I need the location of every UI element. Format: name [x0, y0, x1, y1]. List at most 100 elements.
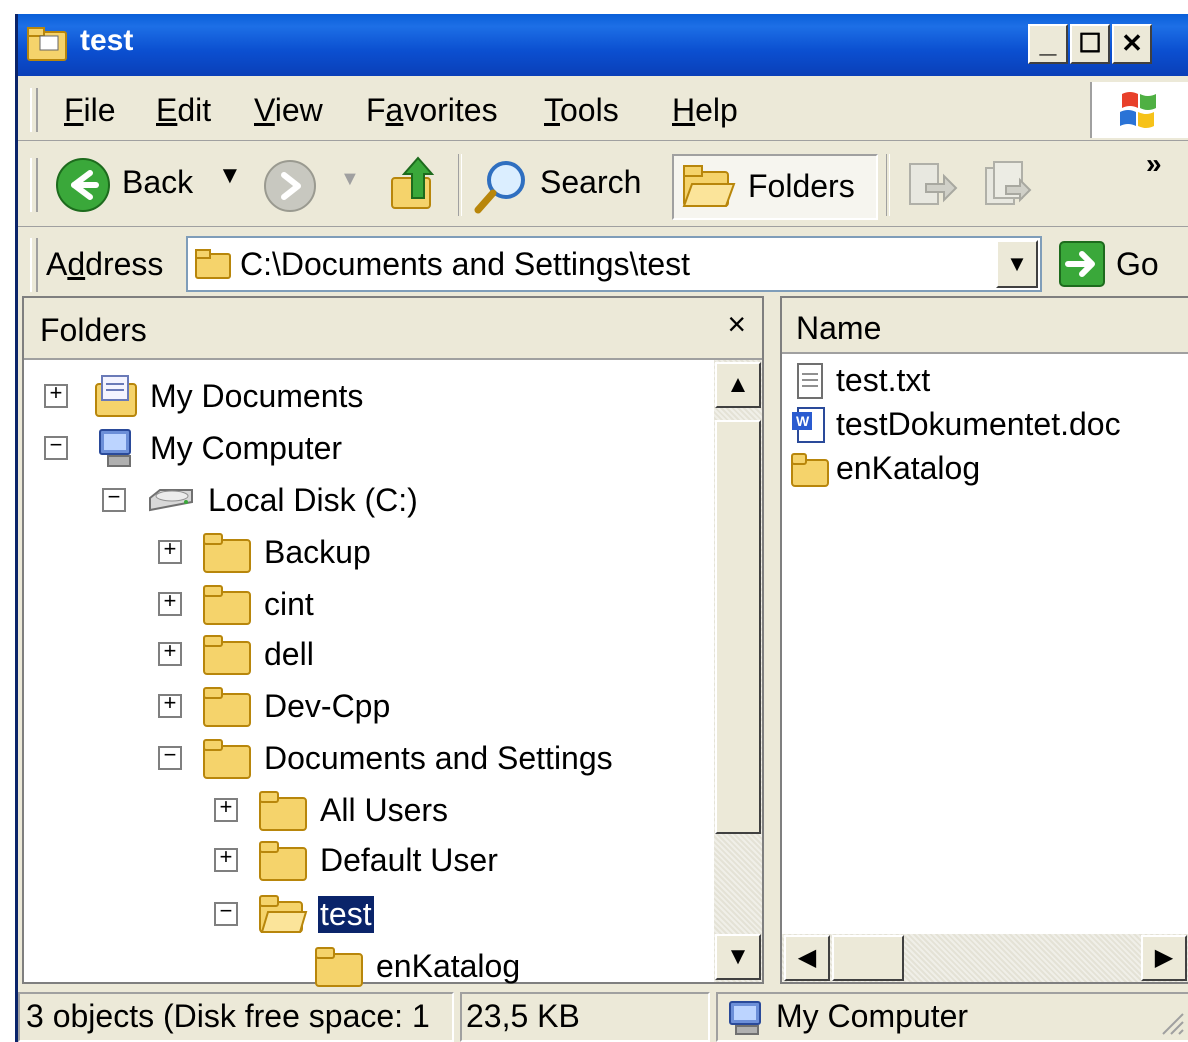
- toolbar-overflow-chevron[interactable]: »: [1146, 148, 1162, 180]
- svg-text:W: W: [796, 413, 810, 429]
- menu-grip[interactable]: [30, 88, 38, 132]
- scroll-down-button[interactable]: ▼: [715, 934, 761, 980]
- tree-item-dev-cpp[interactable]: + Dev-Cpp: [24, 682, 714, 730]
- standard-toolbar: Back ▼ ▼ Search Folders »: [18, 142, 1188, 227]
- tree-item-my-documents[interactable]: + My Documents: [24, 372, 714, 420]
- scroll-thumb[interactable]: [715, 420, 761, 834]
- my-documents-icon: [95, 375, 137, 417]
- menu-bar: File Edit View Favorites Tools Help: [18, 80, 1188, 141]
- folders-pane-close-button[interactable]: ×: [727, 306, 746, 343]
- expand-toggle[interactable]: +: [158, 592, 182, 616]
- folders-pane: Folders × + My Documents − My Computer −…: [22, 296, 764, 987]
- file-name: testDokumentet.doc: [836, 406, 1121, 442]
- folder-icon: [791, 453, 829, 487]
- menu-tools[interactable]: Tools: [544, 92, 619, 129]
- explorer-window: test _ ☐ ✕ File Edit View Favorites Tool…: [15, 14, 1188, 1042]
- menu-file[interactable]: File: [64, 92, 116, 129]
- menu-edit[interactable]: Edit: [156, 92, 211, 129]
- back-button-label[interactable]: Back: [122, 164, 193, 201]
- collapse-toggle[interactable]: −: [158, 746, 182, 770]
- scroll-up-button[interactable]: ▲: [715, 362, 761, 408]
- tree-item-label: Backup: [264, 534, 371, 570]
- collapse-toggle[interactable]: −: [44, 436, 68, 460]
- tree-item-dell[interactable]: + dell: [24, 630, 714, 678]
- resize-grip[interactable]: [1155, 1006, 1185, 1036]
- close-button[interactable]: ✕: [1112, 24, 1152, 64]
- toolbar-grip[interactable]: [30, 158, 38, 212]
- search-button-label[interactable]: Search: [540, 164, 641, 201]
- expand-toggle[interactable]: +: [214, 848, 238, 872]
- status-bar: 3 objects (Disk free space: 1 23,5 KB My…: [18, 992, 1188, 1042]
- move-to-icon[interactable]: [904, 158, 958, 212]
- address-label-accel: d: [67, 246, 86, 282]
- title-bar[interactable]: test _ ☐ ✕: [18, 14, 1188, 76]
- status-size: 23,5 KB: [460, 992, 710, 1042]
- horizontal-scroll-thumb[interactable]: [832, 935, 904, 981]
- folder-icon: [259, 791, 307, 831]
- file-list-horizontal-scrollbar[interactable]: ◀ ▶: [782, 934, 1188, 982]
- expand-toggle[interactable]: +: [158, 540, 182, 564]
- tree-item-label: My Documents: [150, 378, 364, 414]
- menu-tools-label: ools: [560, 92, 619, 128]
- copy-to-icon[interactable]: [980, 158, 1034, 212]
- expand-toggle[interactable]: +: [158, 642, 182, 666]
- back-dropdown-arrow[interactable]: ▼: [218, 162, 242, 190]
- folder-window-icon: [27, 27, 67, 61]
- expand-toggle[interactable]: +: [44, 384, 68, 408]
- address-value[interactable]: C:\Documents and Settings\test: [240, 246, 690, 283]
- scroll-left-button[interactable]: ◀: [784, 935, 830, 981]
- tree-item-all-users[interactable]: + All Users: [24, 786, 714, 834]
- expand-toggle[interactable]: +: [214, 798, 238, 822]
- address-grip[interactable]: [30, 238, 38, 292]
- menu-edit-label: dit: [177, 92, 212, 128]
- collapse-toggle[interactable]: −: [102, 488, 126, 512]
- tree-item-local-disk[interactable]: − Local Disk (C:): [24, 476, 714, 524]
- forward-dropdown-arrow[interactable]: ▼: [340, 168, 360, 191]
- address-input[interactable]: C:\Documents and Settings\test ▼: [186, 236, 1042, 292]
- tree-item-documents-and-settings[interactable]: − Documents and Settings: [24, 734, 714, 782]
- menu-file-label: ile: [83, 92, 116, 128]
- tree-item-test[interactable]: − test: [24, 890, 714, 938]
- address-label-pre: A: [46, 246, 68, 282]
- menu-view-accel: V: [254, 92, 275, 128]
- tree-item-my-computer[interactable]: − My Computer: [24, 424, 714, 472]
- folders-pane-header: Folders ×: [24, 298, 762, 360]
- go-arrow-icon[interactable]: [1058, 240, 1106, 288]
- folder-icon: [203, 585, 251, 625]
- menu-tools-accel: T: [544, 92, 560, 128]
- address-label-rest: dress: [85, 246, 164, 282]
- menu-view[interactable]: View: [254, 92, 323, 129]
- search-icon[interactable]: [472, 156, 532, 216]
- tree-item-default-user[interactable]: + Default User: [24, 836, 714, 884]
- forward-arrow-icon[interactable]: [262, 158, 318, 214]
- folders-button[interactable]: Folders: [672, 154, 878, 220]
- my-computer-icon: [729, 1001, 761, 1035]
- collapse-toggle[interactable]: −: [214, 902, 238, 926]
- minimize-button[interactable]: _: [1028, 24, 1068, 64]
- back-arrow-icon[interactable]: [54, 156, 112, 214]
- expand-toggle[interactable]: +: [158, 694, 182, 718]
- address-bar: Address C:\Documents and Settings\test ▼…: [18, 226, 1188, 304]
- scroll-right-button[interactable]: ▶: [1141, 935, 1187, 981]
- go-button-label[interactable]: Go: [1116, 246, 1159, 283]
- word-document-icon: W: [792, 407, 825, 443]
- menu-favorites[interactable]: Favorites: [366, 92, 498, 129]
- tree-item-enkatalog[interactable]: enKatalog: [24, 942, 714, 990]
- windows-logo: [1090, 82, 1188, 138]
- tree-item-label: enKatalog: [376, 948, 521, 984]
- address-dropdown-button[interactable]: ▼: [996, 240, 1038, 288]
- folders-icon: [682, 165, 736, 207]
- file-name: test.txt: [836, 362, 931, 398]
- chevron-down-icon: ▼: [1006, 251, 1028, 276]
- maximize-button[interactable]: ☐: [1070, 24, 1110, 64]
- folders-vertical-scrollbar[interactable]: ▲ ▼: [714, 360, 762, 982]
- up-folder-icon[interactable]: [388, 154, 442, 216]
- status-location-label: My Computer: [776, 998, 969, 1034]
- name-column-header[interactable]: Name: [782, 298, 1188, 354]
- folder-icon: [259, 841, 307, 881]
- folder-icon: [203, 635, 251, 675]
- folder-icon: [203, 739, 251, 779]
- menu-help[interactable]: Help: [672, 92, 738, 129]
- tree-item-backup[interactable]: + Backup: [24, 528, 714, 576]
- tree-item-cint[interactable]: + cint: [24, 580, 714, 628]
